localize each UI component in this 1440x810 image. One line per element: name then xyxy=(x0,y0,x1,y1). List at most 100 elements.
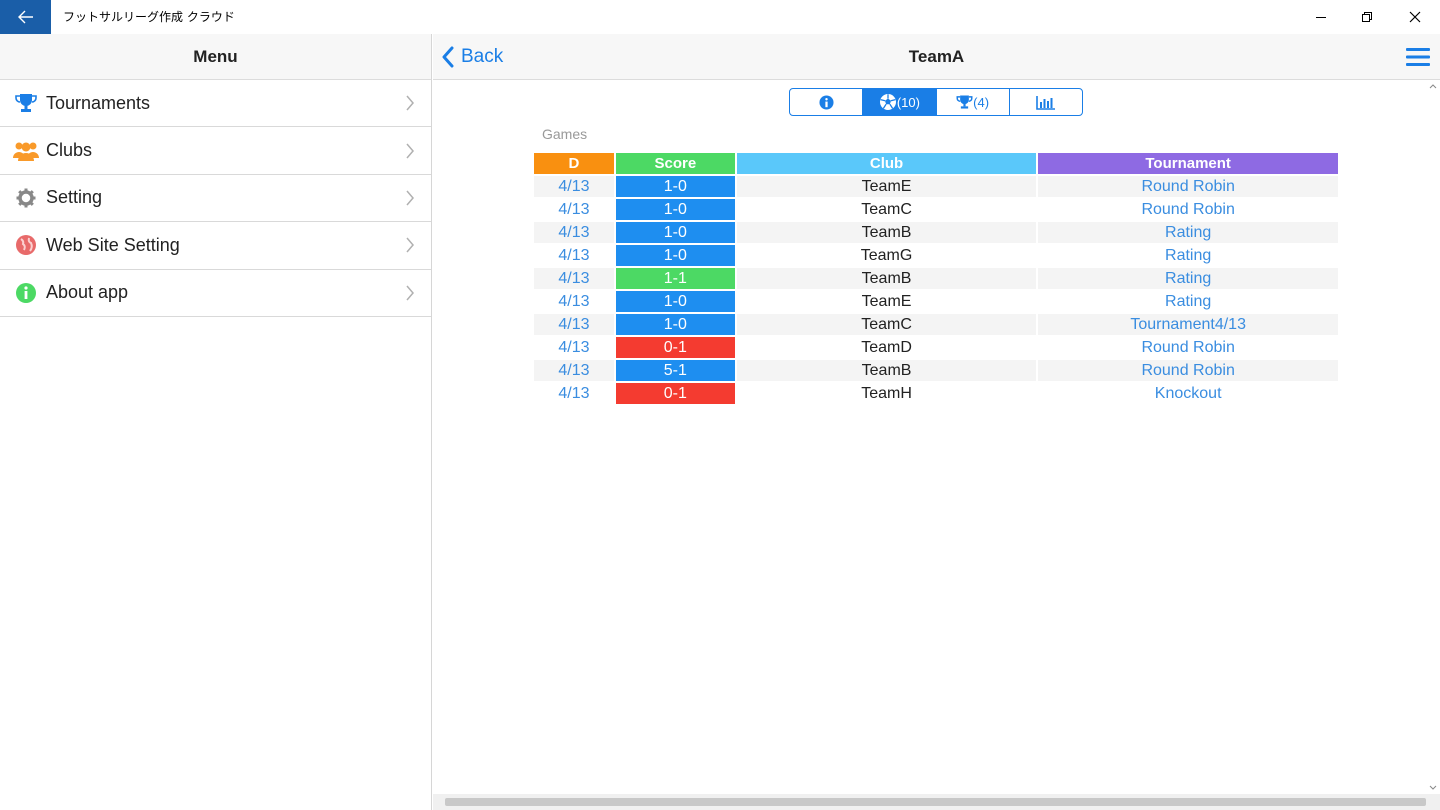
scrollbar-thumb[interactable] xyxy=(445,798,1426,806)
scroll-up-arrow-icon[interactable] xyxy=(1426,80,1440,92)
sidebar-item-label: Tournaments xyxy=(46,92,151,113)
window-title: フットサルリーグ作成 クラウド xyxy=(63,10,235,24)
globe-icon xyxy=(12,232,40,258)
vertical-scrollbar[interactable] xyxy=(1426,80,1440,794)
date-cell[interactable]: 4/13 xyxy=(534,199,614,220)
table-row[interactable]: 4/13 5-1 TeamB Round Robin xyxy=(534,360,1338,381)
sidebar-header: Menu xyxy=(0,34,431,80)
close-icon xyxy=(1409,11,1421,23)
table-row[interactable]: 4/13 1-0 TeamC Round Robin xyxy=(534,199,1338,220)
tab-info[interactable] xyxy=(790,89,864,115)
bar-chart-icon xyxy=(1036,95,1055,110)
info-icon xyxy=(819,94,834,110)
date-cell[interactable]: 4/13 xyxy=(534,360,614,381)
score-cell: 1-0 xyxy=(615,314,735,335)
club-cell: TeamE xyxy=(736,291,1037,312)
club-cell: TeamB xyxy=(736,360,1037,381)
minimize-icon xyxy=(1316,17,1326,18)
table-row[interactable]: 4/13 0-1 TeamH Knockout xyxy=(534,383,1338,404)
window-back-button[interactable] xyxy=(0,0,51,34)
tournament-cell[interactable]: Tournament4/13 xyxy=(1038,314,1338,335)
club-cell: TeamC xyxy=(736,314,1037,335)
games-table-body: 4/13 1-0 TeamE Round Robin 4/13 1-0 TeamC Round… xyxy=(534,176,1338,404)
tab-stats[interactable] xyxy=(1010,89,1082,115)
arrow-left-icon xyxy=(17,10,33,24)
back-label: Back xyxy=(461,46,504,67)
segmented-tabs: (10) (4) xyxy=(789,88,1083,116)
page-title: TeamA xyxy=(908,47,965,66)
sidebar-item-label: Setting xyxy=(46,187,103,208)
restore-icon xyxy=(1362,12,1372,22)
main-panel: TeamA Back (10) (4) Games D Score Club T… xyxy=(433,34,1440,810)
chevron-right-icon xyxy=(406,285,414,301)
club-cell: TeamD xyxy=(736,337,1037,358)
games-table: D Score Club Tournament 4/13 1-0 TeamE Roun… xyxy=(532,151,1340,406)
table-row[interactable]: 4/13 1-1 TeamB Rating xyxy=(534,268,1338,289)
table-row[interactable]: 4/13 1-0 TeamE Round Robin xyxy=(534,176,1338,197)
title-bar: フットサルリーグ作成 クラウド xyxy=(0,0,1440,34)
sidebar-item-setting[interactable]: Setting xyxy=(0,175,431,223)
tournament-cell[interactable]: Round Robin xyxy=(1038,337,1338,358)
date-cell[interactable]: 4/13 xyxy=(534,245,614,266)
score-cell: 0-1 xyxy=(615,337,735,358)
score-cell: 1-0 xyxy=(615,291,735,312)
tab-tournaments[interactable]: (4) xyxy=(937,89,1010,115)
trophy-icon xyxy=(956,95,973,109)
date-cell[interactable]: 4/13 xyxy=(534,268,614,289)
table-row[interactable]: 4/13 1-0 TeamG Rating xyxy=(534,245,1338,266)
hamburger-menu-icon[interactable] xyxy=(1406,46,1430,68)
column-header-club[interactable]: Club xyxy=(736,153,1037,174)
minimize-button[interactable] xyxy=(1298,0,1344,34)
tournament-cell[interactable]: Round Robin xyxy=(1038,176,1338,197)
sidebar-menu: Menu Tournaments Clubs Setting Web Site … xyxy=(0,34,432,810)
score-cell: 1-0 xyxy=(615,176,735,197)
table-row[interactable]: 4/13 1-0 TeamC Tournament4/13 xyxy=(534,314,1338,335)
column-header-score[interactable]: Score xyxy=(615,153,735,174)
restore-button[interactable] xyxy=(1344,0,1390,34)
tournament-cell[interactable]: Rating xyxy=(1038,222,1338,243)
sidebar-item-web-site-setting[interactable]: Web Site Setting xyxy=(0,222,431,270)
column-header-tournament[interactable]: Tournament xyxy=(1038,153,1338,174)
sidebar-item-label: Clubs xyxy=(46,140,93,161)
table-row[interactable]: 4/13 1-0 TeamE Rating xyxy=(534,291,1338,312)
tournament-cell[interactable]: Rating xyxy=(1038,268,1338,289)
table-row[interactable]: 4/13 0-1 TeamD Round Robin xyxy=(534,337,1338,358)
chevron-right-icon xyxy=(406,190,414,206)
table-row[interactable]: 4/13 1-0 TeamB Rating xyxy=(534,222,1338,243)
sidebar-item-clubs[interactable]: Clubs xyxy=(0,127,431,175)
scroll-down-arrow-icon[interactable] xyxy=(1426,782,1440,794)
column-header-date[interactable]: D xyxy=(534,153,614,174)
score-cell: 0-1 xyxy=(615,383,735,404)
tab-games[interactable]: (10) xyxy=(863,89,937,115)
chevron-right-icon xyxy=(406,95,414,111)
horizontal-scrollbar[interactable] xyxy=(433,794,1440,810)
close-button[interactable] xyxy=(1392,0,1438,34)
tournament-cell[interactable]: Knockout xyxy=(1038,383,1338,404)
trophy-icon xyxy=(12,90,40,116)
sidebar-item-about-app[interactable]: About app xyxy=(0,270,431,317)
club-cell: TeamB xyxy=(736,222,1037,243)
tournament-cell[interactable]: Rating xyxy=(1038,245,1338,266)
date-cell[interactable]: 4/13 xyxy=(534,337,614,358)
back-button[interactable]: Back xyxy=(441,34,503,80)
score-cell: 1-1 xyxy=(615,268,735,289)
date-cell[interactable]: 4/13 xyxy=(534,176,614,197)
club-cell: TeamE xyxy=(736,176,1037,197)
table-header-row: D Score Club Tournament xyxy=(534,153,1338,174)
score-cell: 1-0 xyxy=(615,245,735,266)
tournament-cell[interactable]: Rating xyxy=(1038,291,1338,312)
date-cell[interactable]: 4/13 xyxy=(534,222,614,243)
tournament-cell[interactable]: Round Robin xyxy=(1038,199,1338,220)
club-cell: TeamB xyxy=(736,268,1037,289)
date-cell[interactable]: 4/13 xyxy=(534,383,614,404)
score-cell: 1-0 xyxy=(615,222,735,243)
club-cell: TeamG xyxy=(736,245,1037,266)
sidebar-item-label: Web Site Setting xyxy=(46,234,180,255)
score-cell: 1-0 xyxy=(615,199,735,220)
info-icon xyxy=(12,280,40,306)
date-cell[interactable]: 4/13 xyxy=(534,314,614,335)
sidebar-item-tournaments[interactable]: Tournaments xyxy=(0,80,431,128)
date-cell[interactable]: 4/13 xyxy=(534,291,614,312)
tournament-cell[interactable]: Round Robin xyxy=(1038,360,1338,381)
chevron-left-icon xyxy=(442,46,454,68)
